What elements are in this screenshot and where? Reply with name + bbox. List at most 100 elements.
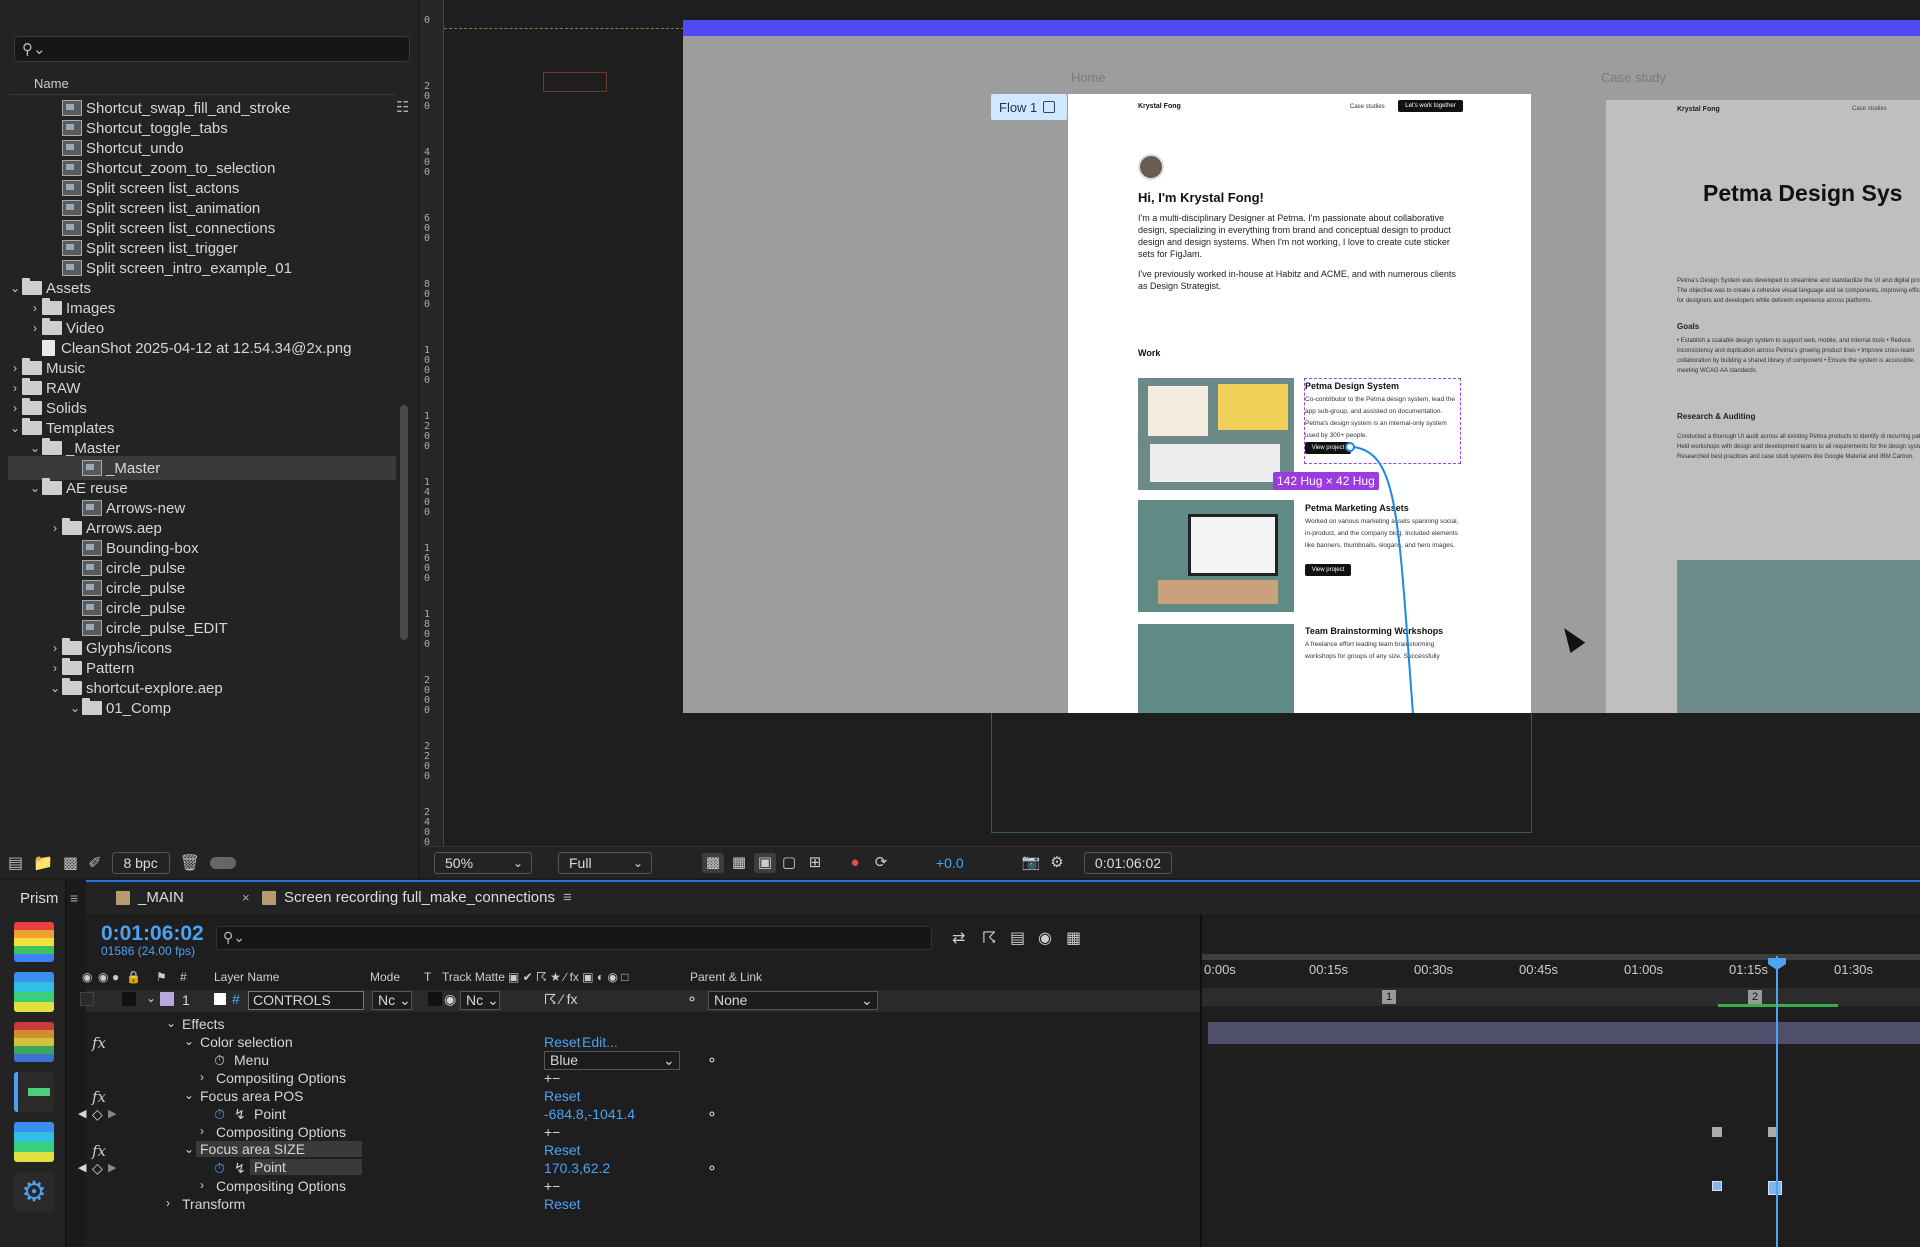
comp-marker[interactable]: 1	[1382, 990, 1396, 1004]
edit-link[interactable]: Edit...	[582, 1034, 618, 1050]
chevron-down-icon[interactable]: ⌄	[8, 281, 22, 295]
switch-icons[interactable]: ☈ ∕ fx	[544, 991, 578, 1008]
region-of-interest-icon[interactable]: ▢	[778, 853, 800, 873]
composition-flowchart-icon[interactable]: ⇄	[952, 928, 965, 948]
point-value[interactable]: 170.3,62.2	[544, 1160, 610, 1176]
chevron-down-icon[interactable]: ⌄	[146, 991, 156, 1005]
graph-editor-icon[interactable]: ▦	[1066, 928, 1081, 948]
project-search-input[interactable]: ⚲⌄	[14, 36, 410, 62]
chevron-down-icon[interactable]: ⌄	[68, 701, 82, 715]
label-color-swatch[interactable]	[160, 992, 174, 1006]
label-icon[interactable]: ⚑	[156, 970, 167, 984]
exposure-value[interactable]: +0.0	[936, 855, 964, 871]
new-folder-icon[interactable]: 📁	[33, 853, 53, 873]
transform-row[interactable]: › Transform Reset	[86, 1194, 1200, 1216]
keyframe-icon[interactable]: ◇	[92, 1106, 103, 1123]
pickwhip-icon[interactable]: ⚬	[686, 991, 698, 1008]
work-area-bar[interactable]	[1202, 954, 1920, 960]
show-snapshot-icon[interactable]: ⚙	[1046, 853, 1068, 873]
chevron-down-icon[interactable]: ⌄	[8, 421, 22, 435]
tab-menu-icon[interactable]: ≡	[563, 889, 572, 906]
keyframe[interactable]	[1768, 1181, 1782, 1195]
chevron-right-icon[interactable]: ›	[48, 521, 62, 535]
draft-3d-icon[interactable]: ☈	[982, 928, 996, 948]
chevron-down-icon[interactable]: ⌄	[166, 1016, 176, 1030]
brush-icon[interactable]: ✐	[88, 853, 101, 873]
graph-icon[interactable]: ↯	[234, 1160, 246, 1177]
chevron-right-icon[interactable]: ›	[48, 641, 62, 655]
text-align-tool-icon[interactable]	[14, 1072, 54, 1112]
close-icon[interactable]: ×	[242, 890, 250, 905]
comp-marker[interactable]: 2	[1748, 990, 1762, 1004]
new-comp-icon[interactable]: ▩	[63, 853, 78, 873]
solo-icon[interactable]: ●	[112, 970, 119, 984]
prev-keyframe-icon[interactable]: ◀	[78, 1107, 86, 1120]
lock-icon[interactable]: 🔒	[126, 970, 141, 984]
toggle[interactable]	[209, 857, 236, 869]
project-scrollbar[interactable]	[400, 405, 408, 640]
layer-duration-bar[interactable]	[1208, 1022, 1920, 1044]
viewer-timecode[interactable]: 0:01:06:02	[1084, 852, 1172, 874]
chevron-right-icon[interactable]: ›	[200, 1178, 204, 1192]
visibility-toggle[interactable]	[80, 992, 94, 1006]
grid-guides-icon[interactable]: ⊞	[804, 853, 826, 873]
mask-visibility-icon[interactable]: ▣	[754, 853, 776, 873]
channels-icon[interactable]: ●	[844, 853, 866, 873]
chevron-right-icon[interactable]: ›	[48, 661, 62, 675]
chevron-down-icon[interactable]: ⌄	[28, 441, 42, 455]
matte-link-icon[interactable]: ◉	[444, 991, 456, 1008]
playhead[interactable]	[1776, 956, 1778, 1247]
layer-row[interactable]: ⌄ 1 # CONTROLS Nc ⌄ ◉ Nc ⌄ ☈ ∕ fx ⚬ None ⌄	[80, 990, 1200, 1012]
add-remove-mask-icon[interactable]: +−	[544, 1070, 560, 1086]
chevron-right-icon[interactable]: ›	[8, 381, 22, 395]
expression-icon[interactable]: ⚬	[706, 1106, 718, 1123]
track-matte-dropdown[interactable]: Nc ⌄	[460, 991, 500, 1010]
prev-keyframe-icon[interactable]: ◀	[78, 1161, 86, 1174]
project-folder[interactable]: ⌄ 01_Comp	[8, 696, 396, 720]
lock-toggle[interactable]	[122, 992, 136, 1006]
motion-blur-icon[interactable]: ◉	[1038, 928, 1052, 948]
trash-icon[interactable]: 🗑	[180, 853, 200, 873]
current-time[interactable]: 0:01:06:02	[101, 922, 204, 946]
timeline-search-input[interactable]: ⚲⌄	[216, 926, 932, 950]
chevron-down-icon[interactable]: ⌄	[184, 1034, 194, 1048]
mode-dropdown[interactable]: Nc ⌄	[372, 991, 412, 1010]
chevron-right-icon[interactable]: ›	[28, 321, 42, 335]
preserve-transparency-toggle[interactable]	[428, 992, 442, 1006]
chevron-right-icon[interactable]: ›	[166, 1196, 170, 1210]
stack-tool-icon[interactable]	[14, 972, 54, 1012]
layers-tool-icon[interactable]	[14, 1022, 54, 1062]
resolution-dropdown[interactable]: Full ⌄	[558, 852, 652, 874]
point-value[interactable]: -684.8,-1041.4	[544, 1106, 635, 1122]
chevron-down-icon[interactable]: ⌄	[184, 1142, 194, 1156]
graph-icon[interactable]: ↯	[234, 1106, 246, 1123]
transparency-grid-icon[interactable]: ▦	[728, 853, 750, 873]
stopwatch-icon[interactable]: ⏱	[214, 1106, 225, 1123]
time-ruler[interactable]: 0:00s 00:15s 00:30s 00:45s 01:00s 01:15s 01:30…	[1202, 962, 1920, 984]
camera-icon[interactable]: 📷	[1020, 853, 1042, 873]
chevron-down-icon[interactable]: ⌄	[184, 1088, 194, 1102]
keyframe[interactable]	[1712, 1181, 1722, 1191]
fast-preview-icon[interactable]: ▩	[702, 853, 724, 873]
bpc-button[interactable]: 8 bpc	[111, 852, 170, 874]
reset-link[interactable]: Reset	[544, 1034, 581, 1050]
chevron-right-icon[interactable]: ›	[200, 1124, 204, 1138]
zoom-dropdown[interactable]: 50% ⌄	[434, 852, 532, 874]
next-keyframe-icon[interactable]: ▶	[108, 1161, 116, 1174]
stopwatch-icon[interactable]: ⏱	[214, 1160, 225, 1177]
reset-link[interactable]: Reset	[544, 1088, 581, 1104]
name-column-header[interactable]: Name	[34, 76, 69, 91]
expression-icon[interactable]: ⚬	[706, 1052, 718, 1069]
expression-icon[interactable]: ⚬	[706, 1160, 718, 1177]
chevron-down-icon[interactable]: ⌄	[48, 681, 62, 695]
interpret-footage-icon[interactable]: ▤	[8, 853, 23, 873]
tab-main[interactable]: _MAIN	[116, 889, 184, 906]
layer-name-field[interactable]: CONTROLS	[248, 991, 364, 1010]
menu-icon[interactable]: ≡	[70, 890, 78, 906]
add-remove-mask-icon[interactable]: +−	[544, 1178, 560, 1194]
add-remove-mask-icon[interactable]: +−	[544, 1124, 560, 1140]
tab-screen-recording[interactable]: Screen recording full_make_connections ≡	[262, 889, 572, 906]
grid-tool-icon[interactable]	[14, 1122, 54, 1162]
parent-dropdown[interactable]: None ⌄	[708, 991, 878, 1010]
stopwatch-icon[interactable]: ⏱	[214, 1052, 225, 1069]
